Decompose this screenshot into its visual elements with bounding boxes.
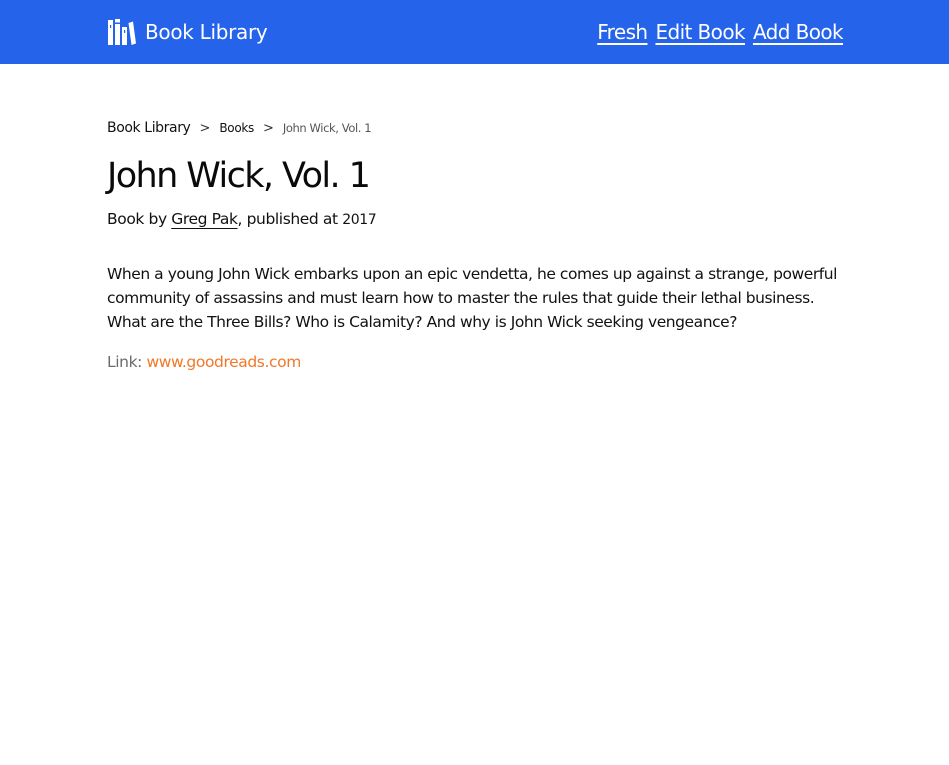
byline-prefix: Book by <box>107 210 172 228</box>
books-icon <box>108 19 136 45</box>
brand-title: Book Library <box>145 20 268 44</box>
link-label: Link: <box>107 353 147 371</box>
main-content: Book Library > Books > John Wick, Vol. 1… <box>107 120 837 374</box>
breadcrumb-separator: > <box>199 121 211 136</box>
nav-links: Fresh Edit Book Add Book <box>597 20 843 44</box>
breadcrumb-root-link[interactable]: Book Library <box>107 120 191 136</box>
nav-link-fresh[interactable]: Fresh <box>597 20 648 44</box>
publication-year: 2017 <box>342 212 377 228</box>
nav-link-add-book[interactable]: Add Book <box>753 20 844 44</box>
breadcrumb: Book Library > Books > John Wick, Vol. 1 <box>107 120 837 146</box>
breadcrumb-current: John Wick, Vol. 1 <box>282 121 372 135</box>
book-description: When a young John Wick embarks upon an e… <box>107 265 838 331</box>
goodreads-link[interactable]: www.goodreads.com <box>147 353 302 371</box>
book-byline: Book by Greg Pak, published at 2017 <box>107 207 837 232</box>
nav-link-edit-book[interactable]: Edit Book <box>655 20 745 44</box>
author-link[interactable]: Greg Pak <box>171 210 238 228</box>
external-link-row: Link: www.goodreads.com <box>107 350 837 374</box>
navbar: Book Library Fresh Edit Book Add Book <box>0 0 949 64</box>
byline-middle: , published at <box>237 210 343 228</box>
breadcrumb-separator: > <box>262 121 274 136</box>
page-title: John Wick, Vol. 1 <box>107 156 371 196</box>
brand-home-link[interactable]: Book Library <box>108 18 268 46</box>
breadcrumb-books-link[interactable]: Books <box>219 121 254 135</box>
